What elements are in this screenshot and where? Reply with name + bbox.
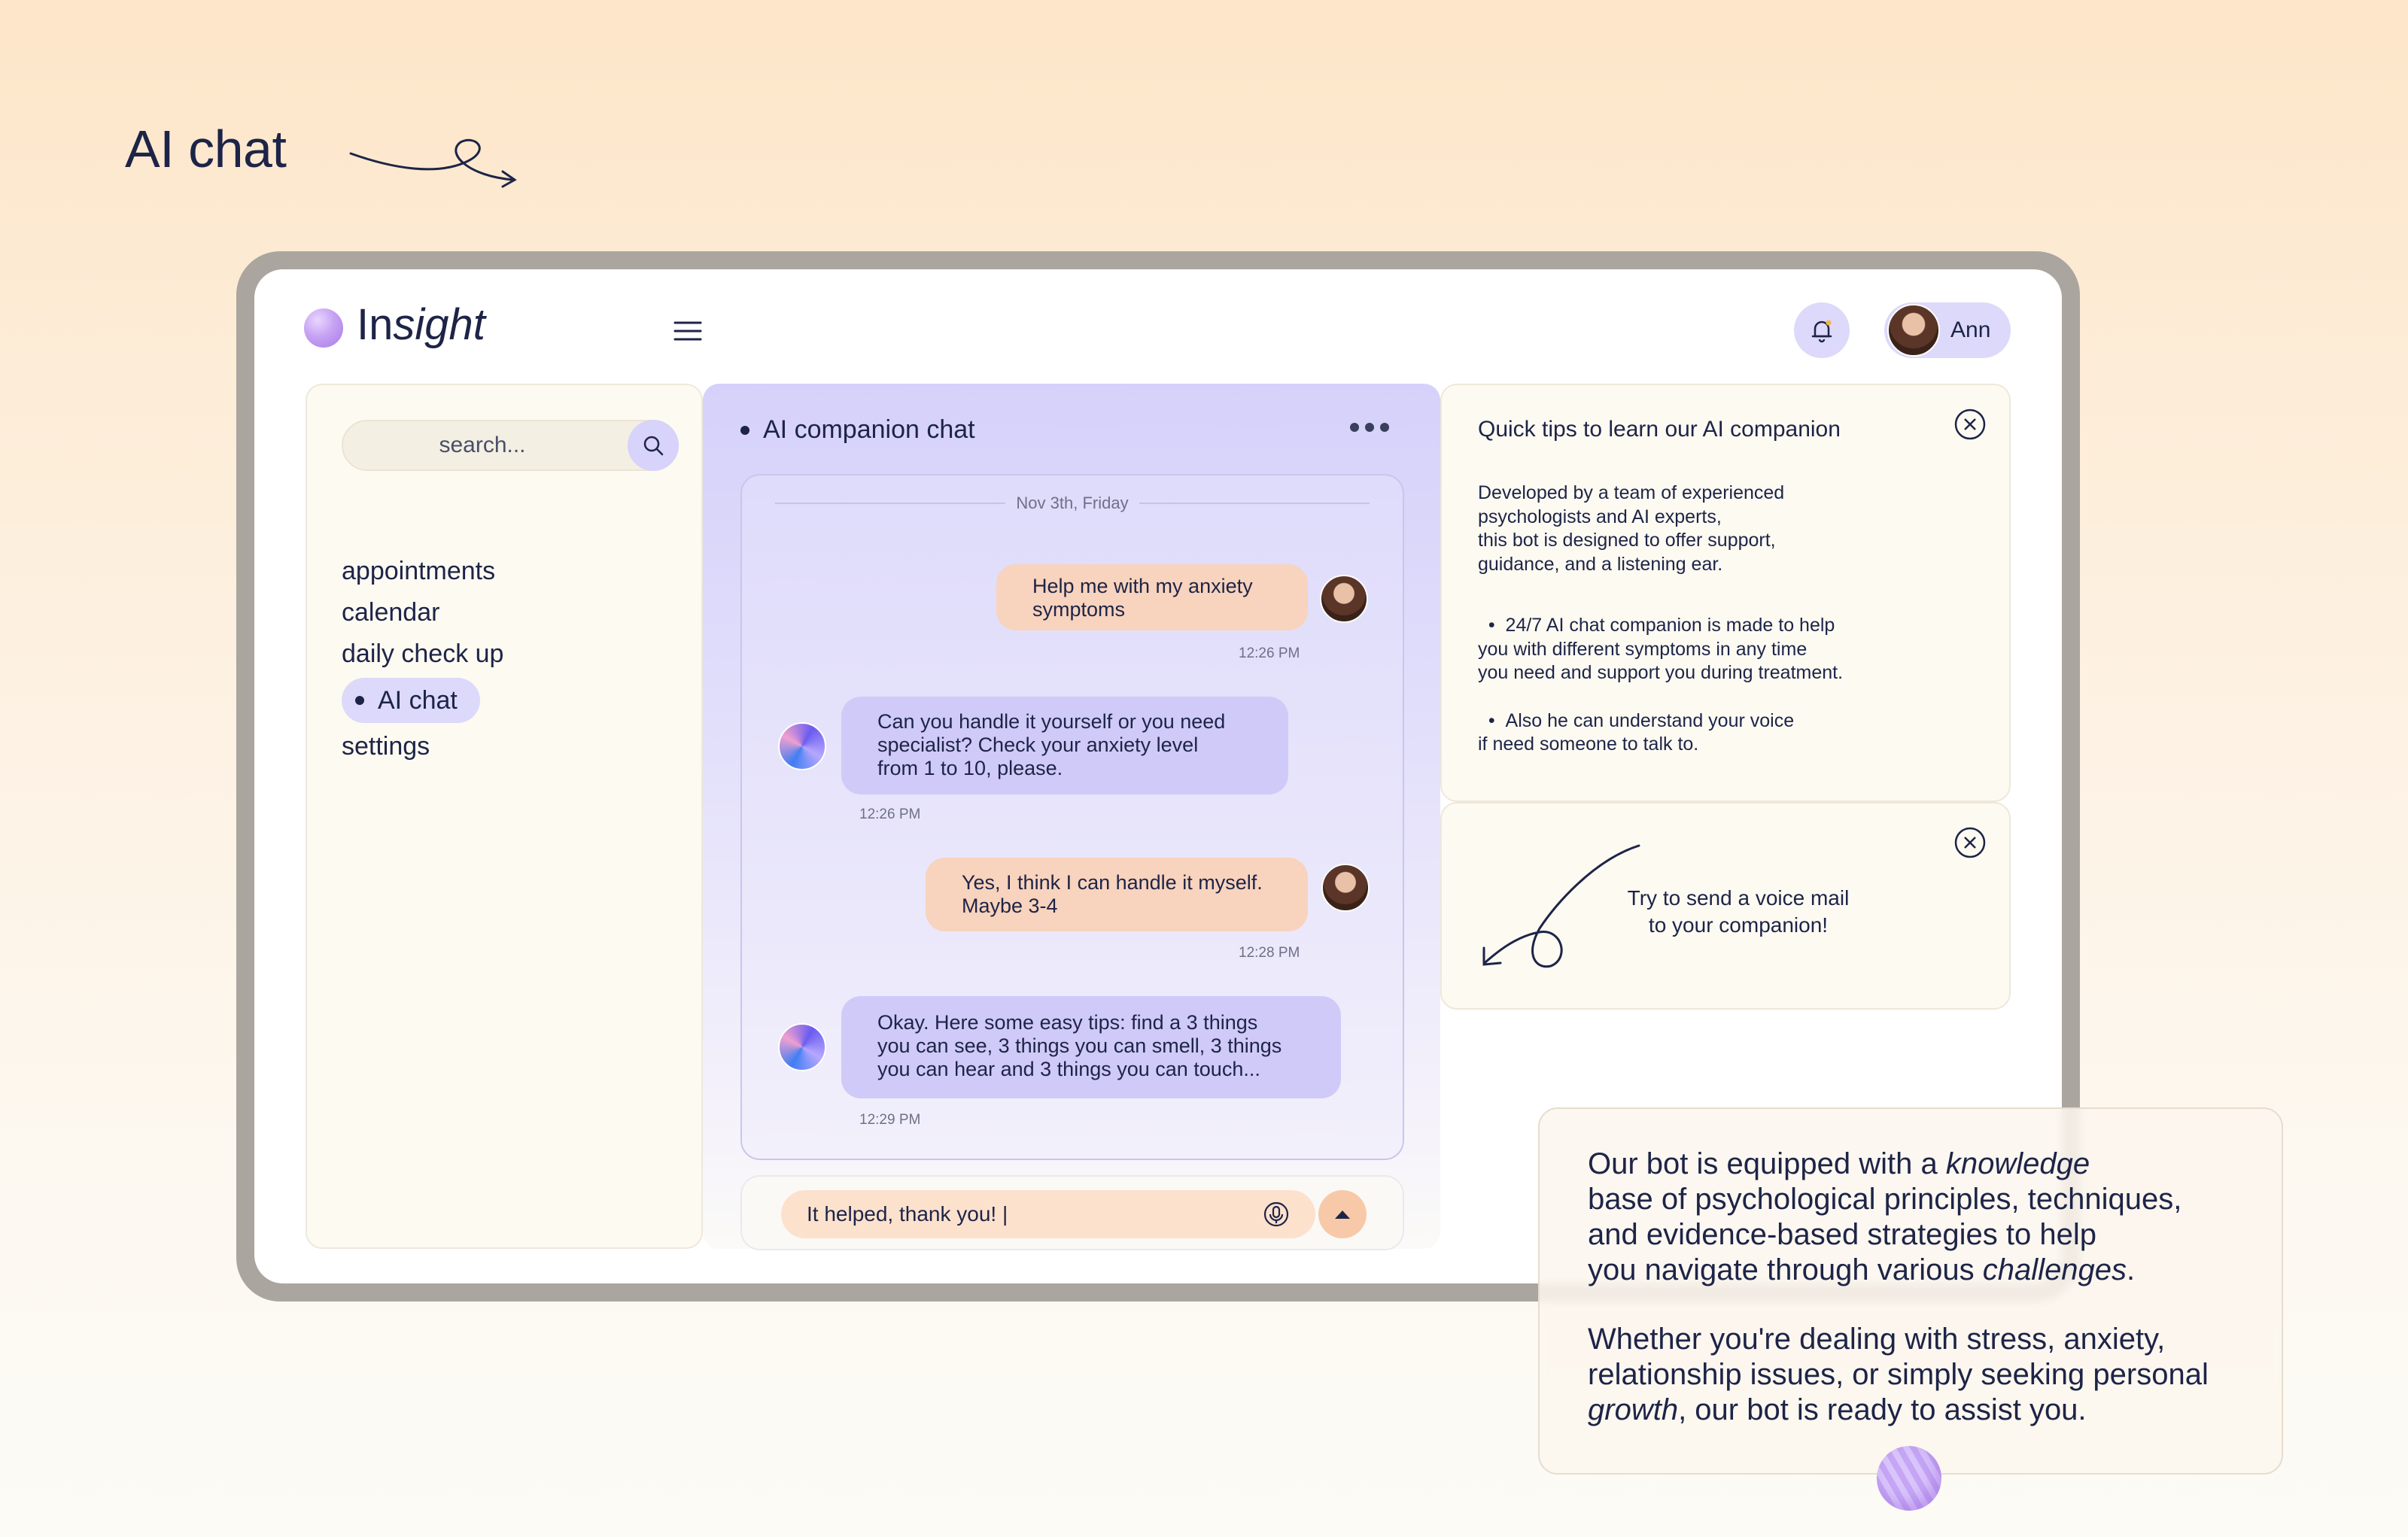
- avatar: [1320, 575, 1368, 623]
- sidebar-item-settings[interactable]: settings: [342, 727, 503, 769]
- tips-bullet: • 24/7 AI chat companion is made to help…: [1478, 615, 1844, 683]
- avatar: [1887, 304, 1940, 357]
- search-button[interactable]: [628, 420, 679, 471]
- logo-orb-icon: [304, 308, 343, 348]
- info-paragraph-2: Whether you're dealing with stress, anxi…: [1588, 1322, 2265, 1428]
- voice-tip-text: Try to send a voice mail to your compani…: [1603, 885, 1874, 939]
- info-text: Our bot is equipped with a knowledge bas…: [1588, 1147, 2265, 1428]
- info-text-span: and evidence-based strategies to help: [1588, 1218, 2097, 1251]
- tips-line: you need and support you during treatmen…: [1478, 662, 1844, 683]
- bot-avatar-icon: [778, 1023, 826, 1071]
- message-line: you can see, 3 things you can smell, 3 t…: [877, 1034, 1282, 1057]
- date-label: Nov 3th, Friday: [1016, 494, 1129, 512]
- more-options-button[interactable]: [1350, 423, 1389, 432]
- info-emphasis: knowledge: [1945, 1147, 2090, 1180]
- logo-prefix: In: [357, 300, 394, 349]
- divider: [1139, 503, 1370, 504]
- message-timestamp: 12:28 PM: [1239, 945, 1300, 961]
- tips-title: Quick tips to learn our AI companion: [1478, 417, 1841, 442]
- sidebar-item-label: AI chat: [378, 686, 458, 715]
- info-text-span: Our bot is equipped with a: [1588, 1147, 1946, 1180]
- info-paragraph-1: Our bot is equipped with a knowledge bas…: [1588, 1147, 2265, 1288]
- message-line: specialist? Check your anxiety level: [877, 734, 1199, 756]
- chat-title: AI companion chat: [740, 415, 975, 445]
- message-line: Can you handle it yourself or you need: [877, 710, 1226, 733]
- tips-line: Developed by a team of experienced: [1478, 482, 1785, 503]
- message-line: Help me with my anxiety: [1032, 575, 1253, 597]
- message-timestamp: 12:29 PM: [859, 1112, 921, 1128]
- info-emphasis: challenges: [1982, 1253, 2127, 1286]
- message-field: [781, 1190, 1315, 1238]
- info-emphasis: growth: [1588, 1393, 1679, 1426]
- user-name: Ann: [1950, 317, 1991, 342]
- tips-line: guidance, and a listening ear.: [1478, 553, 1723, 575]
- active-dot-icon: [355, 696, 364, 705]
- avatar: [1321, 864, 1370, 912]
- message-timestamp: 12:26 PM: [1239, 645, 1300, 661]
- decorative-orb-icon: [1877, 1446, 1941, 1511]
- info-text-span: you navigate through various: [1588, 1253, 1983, 1286]
- tips-line: if need someone to talk to.: [1478, 734, 1699, 755]
- tips-intro: Developed by a team of experienced psych…: [1478, 481, 1960, 576]
- tips-body: Developed by a team of experienced psych…: [1478, 481, 1960, 794]
- sidebar-item-appointments[interactable]: appointments: [342, 552, 503, 594]
- message-line: Okay. Here some easy tips: find a 3 thin…: [877, 1011, 1258, 1034]
- message-line: Maybe 3-4: [962, 895, 1058, 917]
- voice-tip-line: to your companion!: [1648, 913, 1829, 937]
- search-input[interactable]: [358, 421, 607, 469]
- user-profile-button[interactable]: Ann: [1884, 302, 2011, 358]
- logo-suffix: sight: [393, 300, 485, 349]
- tips-line: Also he can understand your voice: [1505, 709, 1795, 731]
- search-bar: [342, 420, 679, 471]
- sidebar-item-calendar[interactable]: calendar: [342, 594, 503, 635]
- bot-message-bubble: Can you handle it yourself or you need s…: [841, 697, 1288, 794]
- message-line: from 1 to 10, please.: [877, 757, 1063, 779]
- user-message-bubble: Yes, I think I can handle it myself. May…: [926, 858, 1308, 931]
- send-arrow-icon: [1335, 1210, 1350, 1219]
- notifications-button[interactable]: [1794, 302, 1850, 358]
- message-line: you can hear and 3 things you can touch.…: [877, 1058, 1260, 1080]
- info-text-span: base of psychological principles, techni…: [1588, 1183, 2182, 1216]
- close-icon[interactable]: [1953, 826, 1987, 859]
- message-timestamp: 12:26 PM: [859, 806, 921, 822]
- app-logo[interactable]: Insight: [357, 299, 485, 350]
- sidebar: [306, 384, 703, 1249]
- search-icon: [643, 436, 664, 456]
- divider: [775, 503, 1006, 504]
- sidebar-item-daily-check-up[interactable]: daily check up: [342, 635, 503, 676]
- info-text-span: relationship issues, or simply seeking p…: [1588, 1358, 2209, 1391]
- sidebar-nav: appointments calendar daily check up AI …: [342, 552, 503, 769]
- message-composer: [740, 1175, 1404, 1250]
- message-line: symptoms: [1032, 598, 1126, 621]
- dot-icon: [1380, 423, 1389, 432]
- bot-avatar-icon: [778, 722, 826, 770]
- microphone-icon[interactable]: [1263, 1201, 1290, 1228]
- status-dot-icon: [740, 425, 749, 435]
- tips-line: 24/7 AI chat companion is made to help: [1505, 615, 1835, 636]
- voice-tip-line: Try to send a voice mail: [1627, 886, 1850, 910]
- tips-line: psychologists and AI experts,: [1478, 506, 1722, 527]
- bot-message-bubble: Okay. Here some easy tips: find a 3 thin…: [841, 996, 1341, 1098]
- message-line: Yes, I think I can handle it myself.: [962, 871, 1263, 894]
- tips-line: you with different symptoms in any time: [1478, 638, 1808, 660]
- squiggle-arrow-icon: [349, 138, 517, 188]
- send-button[interactable]: [1318, 1190, 1367, 1238]
- info-text-span: , our bot is ready to assist you.: [1678, 1393, 2087, 1426]
- user-message-bubble: Help me with my anxiety symptoms: [996, 564, 1308, 630]
- tips-line: this bot is designed to offer support,: [1478, 530, 1776, 551]
- tips-bullet: • Also he can understand your voice if n…: [1478, 709, 1795, 755]
- close-icon[interactable]: [1953, 408, 1987, 441]
- dot-icon: [1365, 423, 1374, 432]
- chat-title-text: AI companion chat: [763, 415, 975, 444]
- info-text-span: .: [2127, 1253, 2136, 1286]
- hamburger-menu-icon[interactable]: [673, 319, 703, 343]
- sidebar-item-ai-chat[interactable]: AI chat: [342, 678, 480, 723]
- message-input[interactable]: [807, 1190, 1243, 1238]
- date-separator: Nov 3th, Friday: [775, 492, 1370, 515]
- info-text-span: Whether you're dealing with stress, anxi…: [1588, 1323, 2166, 1356]
- page-title: AI chat: [125, 120, 287, 178]
- bell-icon: [1811, 320, 1832, 343]
- dot-icon: [1350, 423, 1359, 432]
